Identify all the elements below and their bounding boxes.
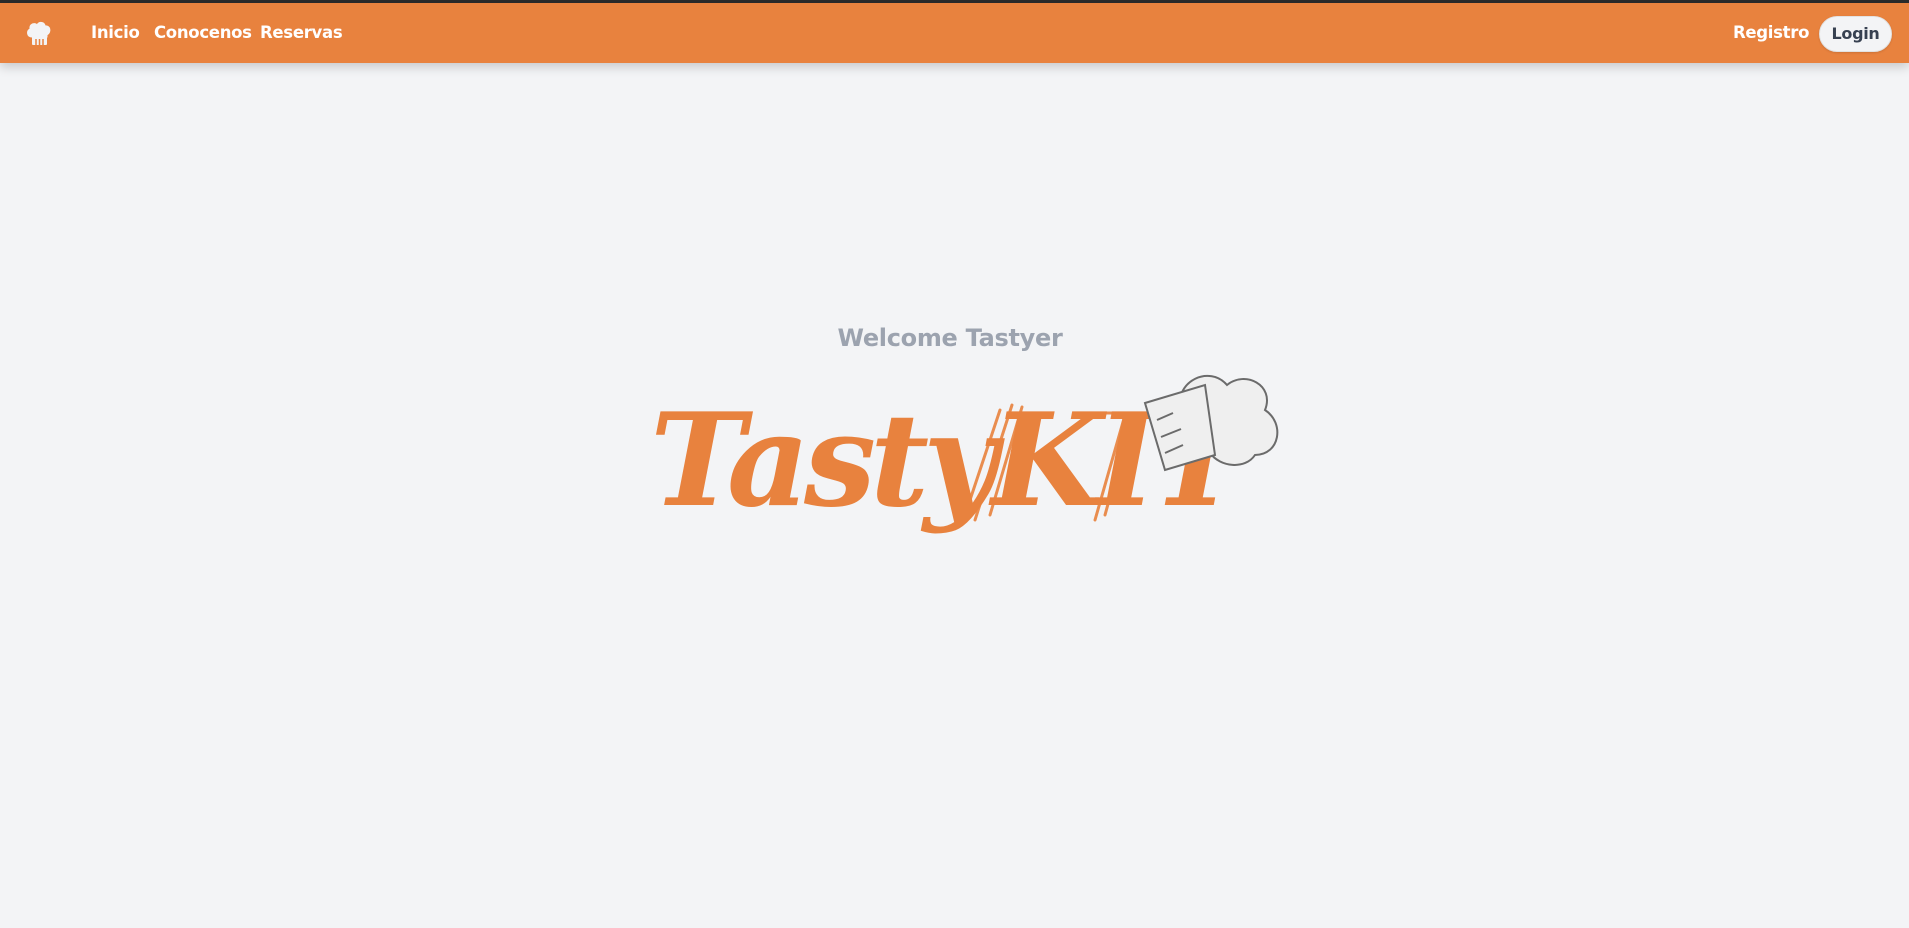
top-navbar: Inicio Conocenos Reservas Registro Login xyxy=(0,3,1909,63)
tastykit-logo: TastyKIT xyxy=(650,355,1280,555)
register-link[interactable]: Registro xyxy=(1733,23,1809,43)
welcome-heading: Welcome Tastyer xyxy=(837,324,1063,352)
nav-link-inicio[interactable]: Inicio xyxy=(91,23,140,43)
home-logo-button[interactable] xyxy=(24,19,54,49)
chef-hat-icon xyxy=(27,22,51,45)
tastykit-logo-graphic: TastyKIT xyxy=(650,374,1279,536)
nav-link-conocenos[interactable]: Conocenos xyxy=(154,23,252,43)
nav-link-reservas[interactable]: Reservas xyxy=(260,23,343,43)
login-button[interactable]: Login xyxy=(1819,16,1892,52)
